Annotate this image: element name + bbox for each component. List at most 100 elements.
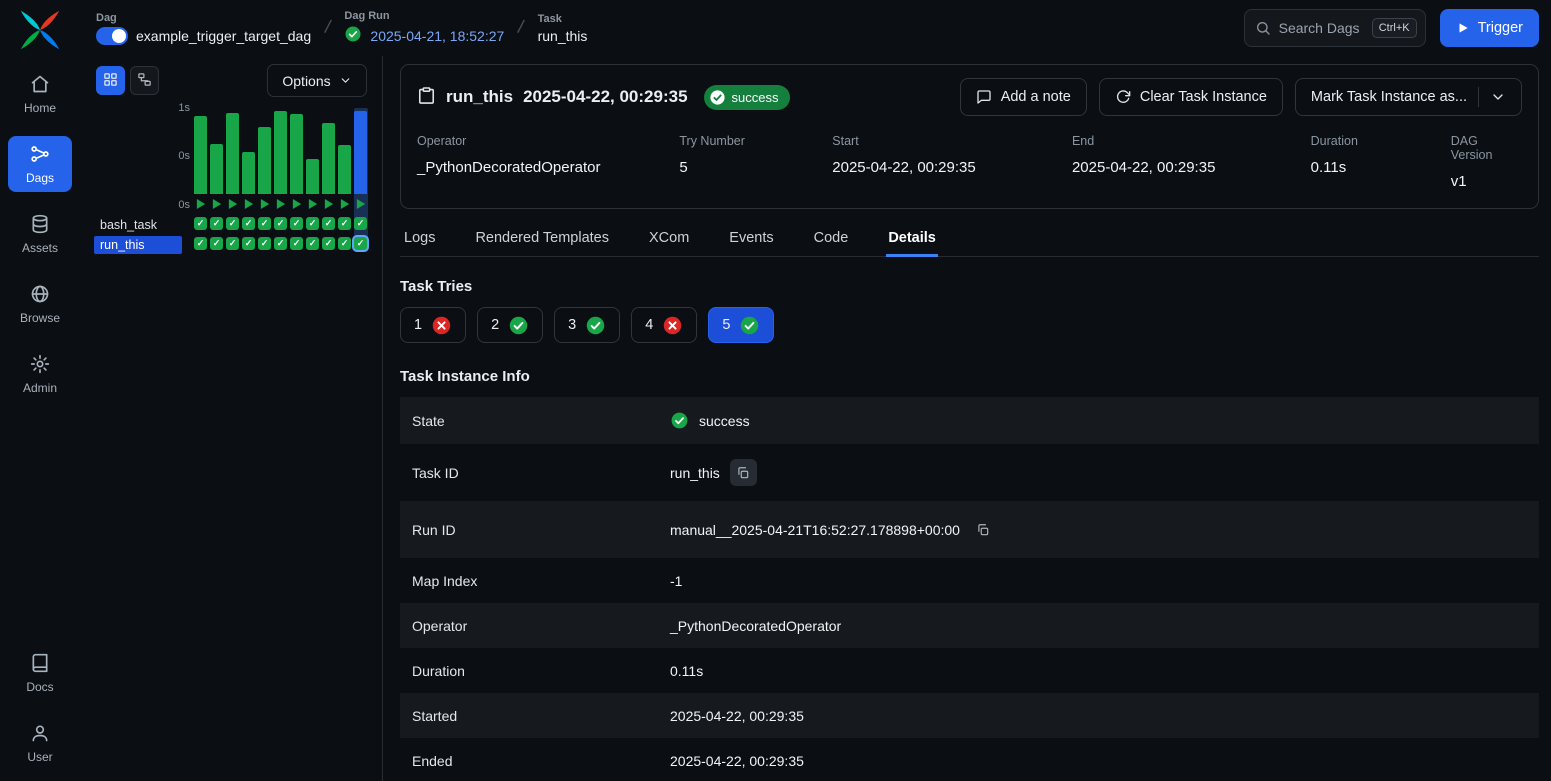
meta-label: Try Number	[679, 134, 832, 148]
grid-view-button[interactable]	[96, 66, 125, 95]
grid-panel: Options 1s 0s 0s bash_task ✓✓✓✓✓✓✓✓✓✓✓ r…	[80, 56, 383, 781]
add-note-button[interactable]: Add a note	[960, 78, 1087, 116]
task-instance-cell[interactable]: ✓	[322, 217, 335, 230]
airflow-logo[interactable]	[18, 8, 62, 52]
task-instance-cell[interactable]: ✓	[194, 217, 207, 230]
clear-task-instance-button[interactable]: Clear Task Instance	[1099, 78, 1283, 116]
try-button-1[interactable]: 1	[400, 307, 466, 343]
failed-x-icon	[431, 315, 452, 336]
sidebar-item-home[interactable]: Home	[8, 66, 72, 122]
graph-view-button[interactable]	[130, 66, 159, 95]
try-button-2[interactable]: 2	[477, 307, 543, 343]
task-instance-cell[interactable]: ✓	[338, 237, 351, 250]
try-button-4[interactable]: 4	[631, 307, 697, 343]
task-row-label[interactable]: bash_task	[94, 216, 182, 234]
options-button[interactable]: Options	[267, 64, 367, 97]
success-check-icon	[739, 315, 760, 336]
note-icon	[976, 89, 992, 105]
task-instance-cell[interactable]: ✓	[354, 237, 367, 250]
sidebar-item-user[interactable]: User	[8, 715, 72, 771]
meta-label: DAG Version	[1451, 134, 1522, 162]
tab-details[interactable]: Details	[886, 222, 938, 257]
axis-label: 0s	[164, 199, 190, 211]
copy-run-id-button[interactable]	[970, 516, 997, 543]
table-row: Duration 0.11s	[400, 648, 1539, 693]
gear-icon	[30, 354, 50, 374]
sidebar-nav: Home Dags Assets Browse Admin	[0, 66, 80, 402]
run-play-icon[interactable]	[338, 197, 351, 211]
home-icon	[30, 74, 50, 94]
grid-icon	[103, 72, 118, 90]
dag-pause-toggle[interactable]	[96, 27, 128, 45]
success-check-icon	[344, 25, 362, 46]
mark-task-instance-as-button[interactable]: Mark Task Instance as...	[1295, 78, 1522, 116]
duration-bar[interactable]	[290, 114, 303, 194]
user-icon	[30, 723, 50, 743]
run-play-icon[interactable]	[306, 197, 319, 211]
try-button-3[interactable]: 3	[554, 307, 620, 343]
dag-run-link[interactable]: 2025-04-21, 18:52:27	[370, 28, 504, 44]
run-play-icon[interactable]	[210, 197, 223, 211]
tab-logs[interactable]: Logs	[402, 222, 437, 257]
meta-label: Start	[832, 134, 1072, 148]
duration-bar[interactable]	[258, 127, 271, 194]
task-instance-cell[interactable]: ✓	[290, 237, 303, 250]
task-instance-cell[interactable]: ✓	[194, 237, 207, 250]
task-instance-cell[interactable]: ✓	[274, 217, 287, 230]
dag-name-link[interactable]: example_trigger_target_dag	[136, 28, 311, 44]
chevron-down-icon	[339, 74, 352, 87]
task-instance-cell[interactable]: ✓	[226, 217, 239, 230]
task-instance-cell[interactable]: ✓	[354, 217, 367, 230]
duration-bar[interactable]	[354, 111, 367, 194]
task-instance-cell[interactable]: ✓	[306, 217, 319, 230]
task-icon	[417, 86, 436, 108]
task-instance-cell[interactable]: ✓	[242, 217, 255, 230]
task-instance-cell[interactable]: ✓	[274, 237, 287, 250]
sidebar-item-assets[interactable]: Assets	[8, 206, 72, 262]
run-play-icon[interactable]	[226, 197, 239, 211]
tab-xcom[interactable]: XCom	[647, 222, 691, 257]
duration-bar[interactable]	[306, 159, 319, 194]
search-box[interactable]: Ctrl+K	[1244, 9, 1426, 47]
task-instance-cell[interactable]: ✓	[210, 217, 223, 230]
run-play-icon[interactable]	[354, 197, 367, 211]
task-instance-cell[interactable]: ✓	[258, 217, 271, 230]
duration-bar[interactable]	[242, 152, 255, 194]
table-row: Run ID manual__2025-04-21T16:52:27.17889…	[400, 501, 1539, 558]
duration-bar[interactable]	[226, 113, 239, 194]
task-row-label[interactable]: run_this	[94, 236, 182, 254]
run-play-icon[interactable]	[290, 197, 303, 211]
run-play-icon[interactable]	[274, 197, 287, 211]
sidebar-item-admin[interactable]: Admin	[8, 346, 72, 402]
duration-bar[interactable]	[274, 111, 287, 194]
copy-task-id-button[interactable]	[730, 459, 757, 486]
task-instance-header-card: run_this 2025-04-22, 00:29:35 success Ad…	[400, 64, 1539, 209]
assets-icon	[30, 214, 50, 234]
task-instance-cell[interactable]: ✓	[322, 237, 335, 250]
task-instance-cell[interactable]: ✓	[210, 237, 223, 250]
run-play-icon[interactable]	[322, 197, 335, 211]
tab-events[interactable]: Events	[727, 222, 775, 257]
duration-bar[interactable]	[322, 123, 335, 194]
sidebar-item-label: Browse	[20, 311, 60, 325]
trigger-button[interactable]: Trigger	[1440, 9, 1539, 47]
sidebar-item-docs[interactable]: Docs	[8, 645, 72, 701]
sidebar-item-dags[interactable]: Dags	[8, 136, 72, 192]
sidebar-item-browse[interactable]: Browse	[8, 276, 72, 332]
try-button-5[interactable]: 5	[708, 307, 774, 343]
run-play-icon[interactable]	[242, 197, 255, 211]
task-instance-cell[interactable]: ✓	[258, 237, 271, 250]
task-instance-cell[interactable]: ✓	[306, 237, 319, 250]
run-play-icon[interactable]	[194, 197, 207, 211]
duration-bar[interactable]	[338, 145, 351, 194]
task-instance-cell[interactable]: ✓	[242, 237, 255, 250]
tab-rendered-templates[interactable]: Rendered Templates	[473, 222, 611, 257]
duration-bar[interactable]	[194, 116, 207, 194]
tab-code[interactable]: Code	[812, 222, 851, 257]
run-play-icon[interactable]	[258, 197, 271, 211]
search-input[interactable]	[1279, 20, 1364, 36]
task-instance-cell[interactable]: ✓	[290, 217, 303, 230]
duration-bar[interactable]	[210, 144, 223, 194]
task-instance-cell[interactable]: ✓	[338, 217, 351, 230]
task-instance-cell[interactable]: ✓	[226, 237, 239, 250]
